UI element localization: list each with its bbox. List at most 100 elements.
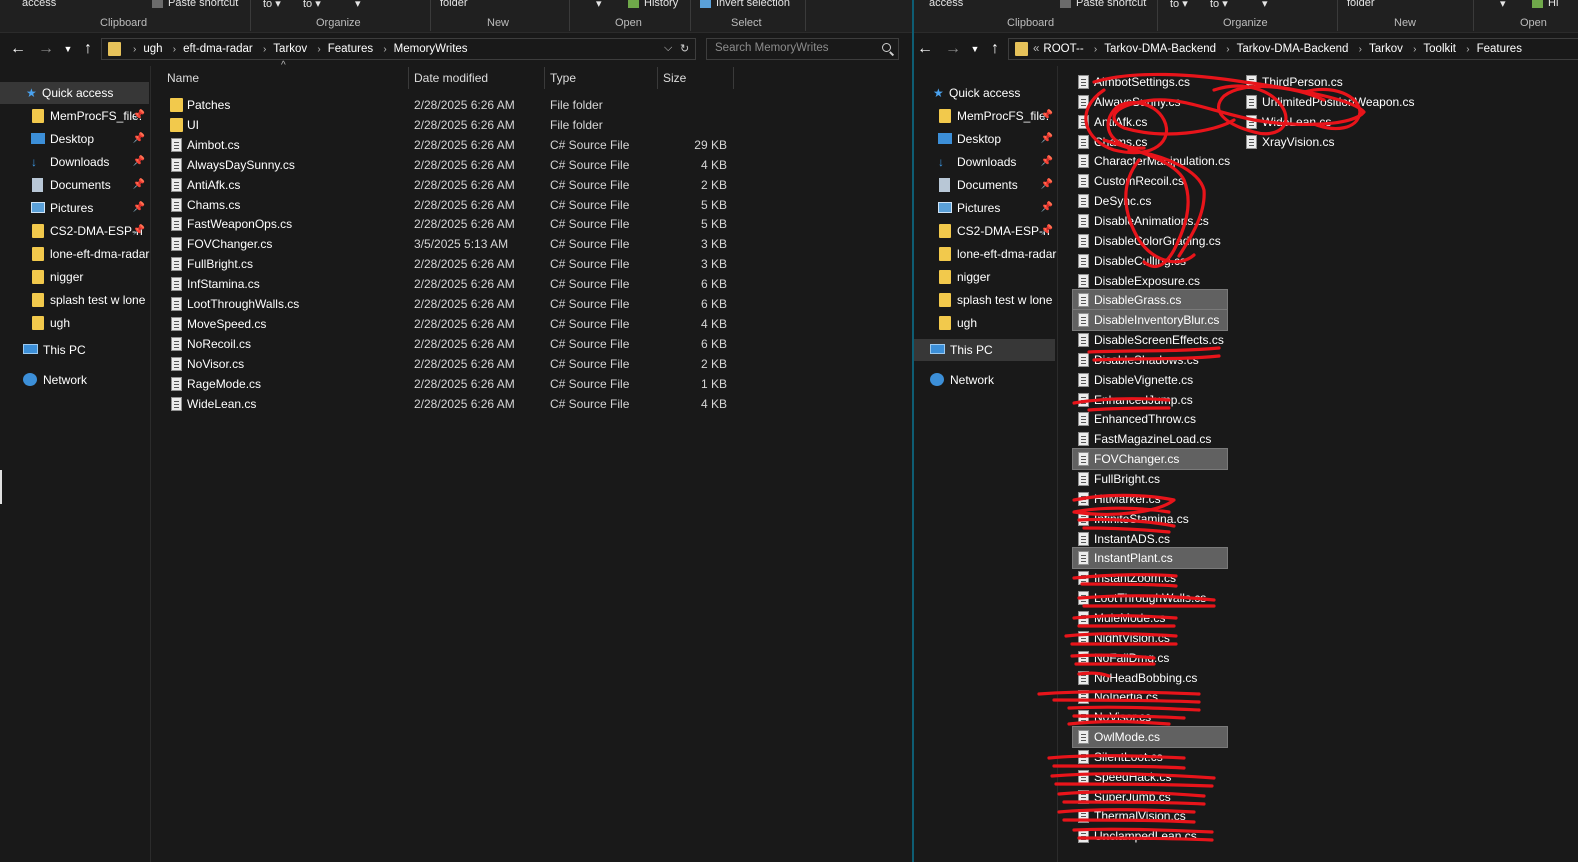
table-row[interactable]: InfStamina.cs 2/28/2025 6:26 AM C# Source … — [151, 274, 891, 294]
open-dropdown[interactable]: ▾ — [1500, 0, 1506, 10]
list-item[interactable]: SpeedHack.cs — [1073, 767, 1243, 787]
list-item[interactable]: AimbotSettings.cs — [1073, 72, 1243, 92]
list-item[interactable]: InstantPlant.cs — [1072, 547, 1228, 570]
move-to-button[interactable]: to ▾ — [1170, 0, 1188, 10]
column-divider[interactable] — [657, 67, 658, 89]
breadcrumb-item[interactable]: Features — [1477, 43, 1522, 55]
nav-item-pictures[interactable]: Pictures 📌 — [914, 197, 1057, 219]
nav-item-cs2[interactable]: CS2-DMA-ESP-n 📌 — [0, 220, 149, 242]
list-item[interactable]: InstantZoom.cs — [1073, 568, 1243, 588]
nav-network[interactable]: Network — [914, 369, 1057, 391]
address-dropdown-icon[interactable]: ⌵ — [664, 42, 672, 55]
nav-item-folder[interactable]: splash test w lone — [0, 289, 149, 311]
list-item[interactable]: AlwaysSunny.cs — [1073, 92, 1243, 112]
list-item[interactable]: FastMagazineLoad.cs — [1073, 429, 1243, 449]
breadcrumb-item[interactable]: Features — [328, 43, 373, 55]
refresh-icon[interactable]: ↻ — [680, 42, 689, 55]
breadcrumb-item[interactable]: Tarkov — [1369, 43, 1403, 55]
history-button[interactable]: History — [628, 0, 678, 9]
copy-to-button[interactable]: to ▾ — [303, 0, 321, 10]
nav-item-pictures[interactable]: Pictures 📌 — [0, 197, 149, 219]
paste-shortcut-button[interactable]: Paste shortcut — [1060, 0, 1146, 9]
table-row[interactable]: LootThroughWalls.cs 2/28/2025 6:26 AM C# S… — [151, 294, 891, 314]
breadcrumb-item[interactable]: Toolkit — [1423, 43, 1456, 55]
table-row[interactable]: AlwaysDaySunny.cs 2/28/2025 6:26 AM C# Sou… — [151, 155, 891, 175]
invert-selection-button[interactable]: Invert selection — [700, 0, 790, 9]
forward-arrow-icon[interactable]: → — [36, 38, 56, 60]
search-input[interactable]: Search MemoryWrites — [706, 38, 899, 60]
up-arrow-icon[interactable]: ↑ — [78, 38, 98, 60]
pane-divider[interactable] — [1057, 66, 1058, 862]
list-item[interactable]: InfiniteStamina.cs — [1073, 509, 1243, 529]
breadcrumb-item[interactable]: ROOT-- — [1043, 43, 1083, 55]
list-item[interactable]: CharacterManipulation.cs — [1073, 151, 1243, 171]
list-item[interactable]: CustomRecoil.cs — [1073, 171, 1243, 191]
column-header-size[interactable]: Size — [663, 71, 686, 93]
list-item[interactable]: UnlimitedPositionWeapon.cs — [1241, 92, 1441, 112]
list-item[interactable]: EnhancedJump.cs — [1073, 390, 1243, 410]
new-folder-button[interactable]: folder — [440, 0, 468, 9]
list-item[interactable]: ThirdPerson.cs — [1241, 72, 1441, 92]
nav-item-folder[interactable]: ugh — [914, 312, 1057, 334]
nav-item-folder[interactable]: splash test w lone — [914, 289, 1057, 311]
list-item[interactable]: EnhancedThrow.cs — [1073, 409, 1243, 429]
nav-item-folder[interactable]: nigger — [0, 266, 149, 288]
nav-item-downloads[interactable]: ↓ Downloads 📌 — [914, 151, 1057, 173]
table-row[interactable]: RageMode.cs 2/28/2025 6:26 AM C# Source Fi… — [151, 374, 891, 394]
list-item[interactable]: Chams.cs — [1073, 132, 1243, 152]
breadcrumb-item[interactable]: Tarkov-DMA-Backend — [1237, 43, 1349, 55]
paste-shortcut-button[interactable]: Paste shortcut — [152, 0, 238, 9]
list-item[interactable]: DeSync.cs — [1073, 191, 1243, 211]
column-header-type[interactable]: Type — [550, 71, 576, 93]
list-item[interactable]: MuleMode.cs — [1073, 608, 1243, 628]
list-item[interactable]: DisableExposure.cs — [1073, 271, 1243, 291]
table-row[interactable]: MoveSpeed.cs 2/28/2025 6:26 AM C# Source F… — [151, 314, 891, 334]
table-row[interactable]: Chams.cs 2/28/2025 6:26 AM C# Source File 5… — [151, 195, 891, 215]
copy-to-button[interactable]: to ▾ — [1210, 0, 1228, 10]
list-item[interactable]: OwlMode.cs — [1072, 726, 1228, 749]
nav-this-pc[interactable]: This PC — [0, 339, 149, 361]
list-item[interactable]: FOVChanger.cs — [1072, 448, 1228, 471]
organize-dropdown[interactable]: ▾ — [355, 0, 361, 10]
forward-arrow-icon[interactable]: → — [943, 38, 963, 60]
nav-this-pc[interactable]: This PC — [914, 339, 1055, 361]
nav-item-memprocfs[interactable]: MemProcFS_file: 📌 — [914, 105, 1057, 127]
table-row[interactable]: FullBright.cs 2/28/2025 6:26 AM C# Source … — [151, 254, 891, 274]
list-item[interactable]: DisableVignette.cs — [1073, 370, 1243, 390]
table-row[interactable]: NoVisor.cs 2/28/2025 6:26 AM C# Source Fil… — [151, 354, 891, 374]
table-row[interactable]: FastWeaponOps.cs 2/28/2025 6:26 AM C# Sour… — [151, 214, 891, 234]
list-item[interactable]: NoFallDmg.cs — [1073, 648, 1243, 668]
list-item[interactable]: AntiAfk.cs — [1073, 112, 1243, 132]
breadcrumb-item[interactable]: MemoryWrites — [394, 43, 468, 55]
nav-item-folder[interactable]: lone-eft-dma-radar — [914, 243, 1057, 265]
table-row[interactable]: UI 2/28/2025 6:26 AM File folder — [151, 115, 891, 135]
breadcrumb-item[interactable]: Tarkov-DMA-Backend — [1104, 43, 1216, 55]
nav-item-folder[interactable]: nigger — [914, 266, 1057, 288]
list-item[interactable]: SilentLoot.cs — [1073, 747, 1243, 767]
nav-item-folder[interactable]: lone-eft-dma-radar — [0, 243, 149, 265]
breadcrumb-item[interactable]: ugh — [143, 43, 162, 55]
nav-item-cs2[interactable]: CS2-DMA-ESP-n 📌 — [914, 220, 1057, 242]
move-to-button[interactable]: to ▾ — [263, 0, 281, 10]
recent-locations-chevron-icon[interactable]: ▼ — [58, 38, 78, 60]
table-row[interactable]: WideLean.cs 2/28/2025 6:26 AM C# Source Fi… — [151, 394, 891, 414]
column-divider[interactable] — [408, 67, 409, 89]
list-item[interactable]: NightVision.cs — [1073, 628, 1243, 648]
new-folder-button[interactable]: folder — [1347, 0, 1375, 9]
list-item[interactable]: LootThroughWalls.cs — [1073, 588, 1243, 608]
list-item[interactable]: DisableGrass.cs — [1072, 289, 1228, 312]
nav-quick-access[interactable]: ★ Quick access — [0, 82, 149, 104]
list-item[interactable]: DisableShadows.cs — [1073, 350, 1243, 370]
history-button[interactable]: Hi — [1532, 0, 1558, 9]
list-item[interactable]: NoVisor.cs — [1073, 707, 1243, 727]
list-item[interactable]: FullBright.cs — [1073, 469, 1243, 489]
nav-item-desktop[interactable]: Desktop 📌 — [914, 128, 1057, 150]
organize-dropdown[interactable]: ▾ — [1262, 0, 1268, 10]
list-item[interactable]: DisableColorGrading.cs — [1073, 231, 1243, 251]
table-row[interactable]: AntiAfk.cs 2/28/2025 6:26 AM C# Source Fil… — [151, 175, 891, 195]
list-item[interactable]: SuperJump.cs — [1073, 787, 1243, 807]
list-item[interactable]: DisableCulling.cs — [1073, 251, 1243, 271]
list-item[interactable]: ThermalVision.cs — [1073, 806, 1243, 826]
ribbon-access[interactable]: access — [22, 0, 56, 9]
table-row[interactable]: Patches 2/28/2025 6:26 AM File folder — [151, 95, 891, 115]
